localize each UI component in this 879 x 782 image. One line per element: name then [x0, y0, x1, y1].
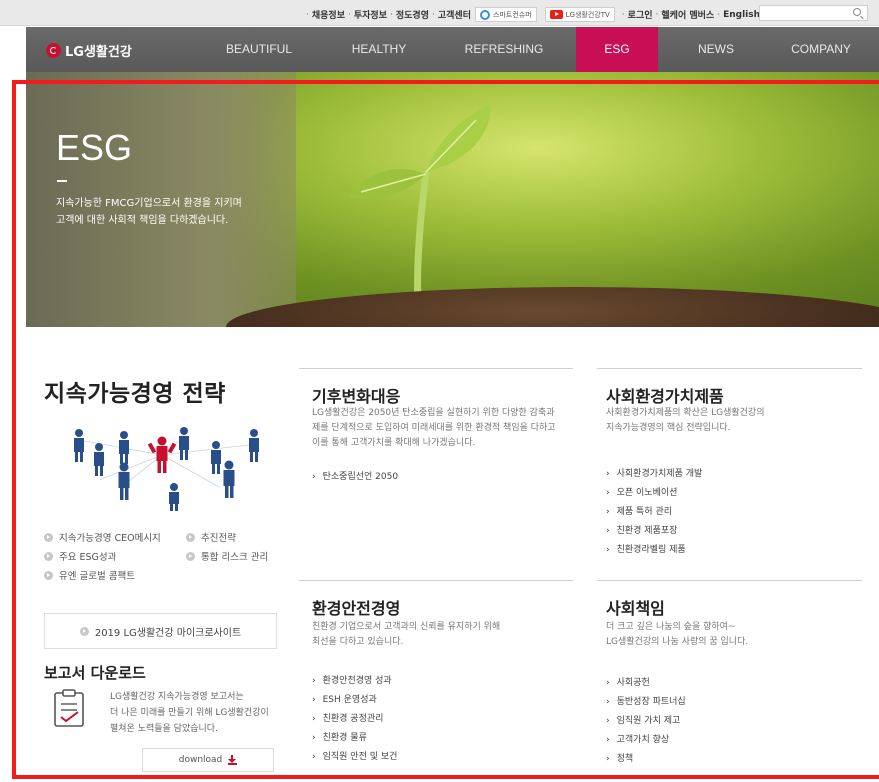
report-description: LG생활건강 지속가능경영 보고서는 더 나은 미래를 만들기 위해 LG생활건…: [110, 692, 269, 734]
chevron-right-icon: ›: [606, 678, 610, 688]
lg-logo-icon: [46, 43, 61, 58]
nav-item-beautiful[interactable]: BEAUTIFUL: [204, 27, 314, 72]
download-icon: [228, 755, 238, 765]
responsibility-title: 사회책임: [606, 599, 665, 618]
hero-divider: [57, 180, 67, 182]
util-link-english[interactable]: English: [723, 10, 760, 20]
smart-consumer-badge[interactable]: 스마트컨슈머: [475, 7, 537, 22]
report-document-icon: [54, 689, 84, 727]
search-input[interactable]: [760, 11, 848, 25]
bullet-arrow-icon: [44, 570, 53, 580]
list-item[interactable]: › 임직원 가치 제고: [606, 712, 686, 731]
list-item[interactable]: › 오픈 이노베이션: [606, 484, 702, 503]
bullet-arrow-icon: [44, 532, 53, 542]
search-box: [759, 5, 868, 25]
social-value-title: 사회환경가치제품: [606, 387, 724, 406]
nav-item-esg[interactable]: ESG: [576, 27, 658, 72]
safety-title: 환경안전경영: [312, 599, 401, 618]
chevron-right-icon: ›: [312, 752, 316, 762]
util-link-customer-center[interactable]: 고객센터: [438, 8, 471, 21]
chevron-right-icon: ›: [606, 754, 610, 764]
chevron-right-icon: ›: [312, 472, 316, 482]
bullet-arrow-icon: [79, 626, 89, 636]
section-divider: [299, 368, 573, 369]
search-icon[interactable]: [853, 8, 861, 16]
youtube-icon: [549, 10, 563, 19]
nav-item-healthy[interactable]: HEALTHY: [324, 27, 434, 72]
list-item[interactable]: › 사회환경가치제품 개발: [606, 465, 702, 484]
chevron-right-icon: ›: [606, 697, 610, 707]
smart-consumer-icon: [480, 9, 490, 20]
list-item[interactable]: › 정책: [606, 750, 686, 769]
list-item[interactable]: › 사회공헌: [606, 674, 686, 693]
chevron-right-icon: ›: [606, 526, 610, 536]
chevron-right-icon: ›: [606, 488, 610, 498]
report-download-title: 보고서 다운로드: [44, 664, 146, 682]
list-item[interactable]: › 친환경 물류: [312, 729, 397, 748]
link-un-global-compact[interactable]: 유엔 글로벌 콤팩트: [44, 568, 135, 582]
people-network-image: [74, 427, 259, 511]
utility-links: · 채용정보 · 투자정보 · 정도경영 · 고객센터 스마트컨슈머 LG생활건…: [303, 7, 760, 22]
chevron-right-icon: ›: [312, 676, 316, 686]
nav-item-company[interactable]: COMPANY: [771, 27, 871, 72]
util-link-careers[interactable]: 채용정보: [312, 8, 345, 21]
utility-bar: · 채용정보 · 투자정보 · 정도경영 · 고객센터 스마트컨슈머 LG생활건…: [0, 0, 879, 26]
list-item[interactable]: › 제품 특허 관리: [606, 503, 702, 522]
bullet-arrow-icon: [186, 551, 195, 561]
chevron-right-icon: ›: [606, 507, 610, 517]
section-divider: [597, 580, 862, 581]
climate-title: 기후변화대응: [312, 387, 401, 406]
util-link-members[interactable]: 헬케어 멤버스: [661, 8, 714, 21]
list-item[interactable]: › ESH 운영성과: [312, 691, 397, 710]
list-item[interactable]: › 친환경 제품포장: [606, 522, 702, 541]
responsibility-description: 더 크고 깊은 나눔의 숲을 향하여~ LG생활건강의 나눔 사랑의 꿈 입니다…: [606, 622, 749, 647]
util-link-ethics[interactable]: 정도경영: [396, 8, 429, 21]
list-item[interactable]: › 탄소중립선언 2050: [312, 468, 398, 487]
chevron-right-icon: ›: [606, 545, 610, 555]
responsibility-links: › 사회공헌 › 동반성장 파트너십 › 임직원 가치 제고 › 고객가치 향상 › 정책: [606, 674, 686, 769]
download-button[interactable]: download: [142, 748, 274, 772]
hero-banner: ESG 지속가능한 FMCG기업으로서 환경을 지키며 고객에 대한 사회적 책…: [26, 72, 879, 327]
bullet-arrow-icon: [44, 551, 53, 561]
list-item[interactable]: › 동반성장 파트너십: [606, 693, 686, 712]
list-item[interactable]: › 임직원 안전 및 보건: [312, 748, 397, 767]
soil-image: [226, 287, 879, 327]
bullet-arrow-icon: [186, 532, 195, 542]
chevron-right-icon: ›: [312, 714, 316, 724]
climate-links: › 탄소중립선언 2050: [312, 468, 398, 487]
climate-description: LG생활건강은 2050년 탄소중립을 실현하기 위한 다양한 감축과 제를 단…: [312, 408, 556, 448]
logo[interactable]: LG생활건강: [46, 41, 132, 60]
section-divider: [597, 368, 862, 369]
main-nav: LG생활건강 BEAUTIFUL HEALTHY REFRESHING ESG …: [26, 27, 879, 72]
social-value-links: › 사회환경가치제품 개발 › 오픈 이노베이션 › 제품 특허 관리 › 친환경 제품…: [606, 465, 702, 560]
section-divider: [299, 580, 573, 581]
sprout-image: [348, 104, 491, 302]
list-item[interactable]: › 환경안전경영 성과: [312, 672, 397, 691]
chevron-right-icon: ›: [606, 716, 610, 726]
link-esg-performance[interactable]: 주요 ESG성과: [44, 549, 116, 563]
util-link-login[interactable]: 로그인: [628, 8, 653, 21]
strategy-title: 지속가능경영 전략: [44, 381, 226, 407]
safety-links: › 환경안전경영 성과 › ESH 운영성과 › 친환경 공정관리 › 친환경 물류 ›…: [312, 672, 397, 767]
util-link-investors[interactable]: 투자정보: [354, 8, 387, 21]
hero-description: 지속가능한 FMCG기업으로서 환경을 지키며 고객에 대한 사회적 책임을 다…: [56, 198, 242, 226]
hero-title: ESG: [56, 127, 133, 168]
social-value-description: 사회환경가치제품의 확산은 LG생활건강의 지속가능경영의 핵심 전략입니다.: [606, 408, 765, 433]
logo-text: LG생활건강: [65, 45, 132, 60]
list-item[interactable]: › 친환경라벨링 제품: [606, 541, 702, 560]
chevron-right-icon: ›: [312, 695, 316, 705]
safety-description: 친환경 기업으로서 고객과의 신뢰를 유지하기 위해 최선을 다하고 있습니다.: [312, 622, 501, 647]
link-strategy[interactable]: 추진전략: [186, 530, 236, 544]
microsite-button[interactable]: 2019 LG생활건강 마이크로사이트: [44, 613, 277, 649]
chevron-right-icon: ›: [606, 469, 610, 479]
list-item[interactable]: › 고객가치 향상: [606, 731, 686, 750]
list-item[interactable]: › 친환경 공정관리: [312, 710, 397, 729]
nav-item-refreshing[interactable]: REFRESHING: [444, 27, 564, 72]
chevron-right-icon: ›: [312, 733, 316, 743]
link-ceo-message[interactable]: 지속가능경영 CEO메시지: [44, 530, 161, 544]
link-risk-management[interactable]: 통합 리스크 관리: [186, 549, 268, 563]
nav-item-news[interactable]: NEWS: [666, 27, 766, 72]
lg-tv-badge[interactable]: LG생활건강TV: [544, 7, 615, 22]
chevron-right-icon: ›: [606, 735, 610, 745]
